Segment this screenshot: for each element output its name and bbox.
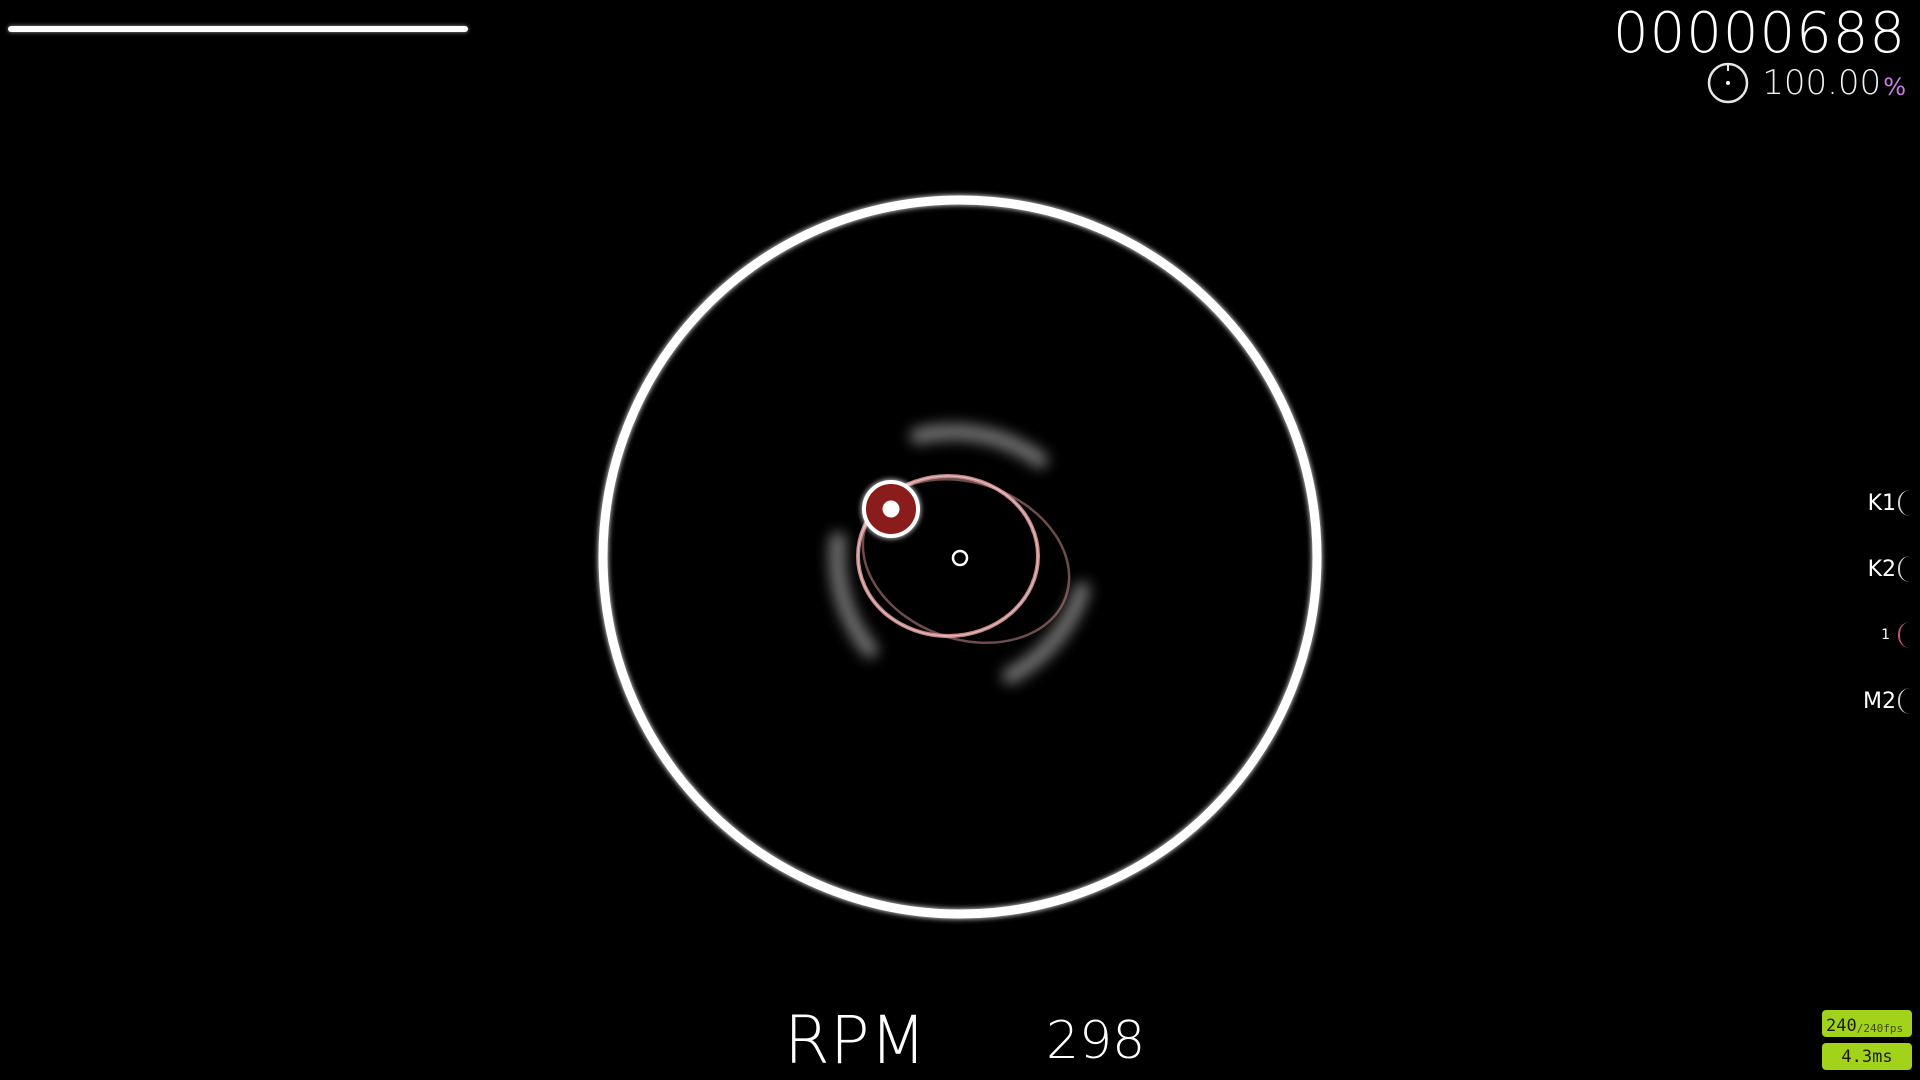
fps-limit: /240fps: [1856, 1022, 1904, 1035]
key-label: K1: [1867, 490, 1896, 516]
key-bracket-icon: [1898, 622, 1910, 648]
key-label: 1: [1881, 627, 1890, 643]
fps-counter: 240 /240fps: [1822, 1010, 1912, 1037]
key-k2: K2: [1860, 536, 1920, 602]
key-k1: K1: [1860, 470, 1920, 536]
key-label: K2: [1867, 556, 1896, 582]
key-bracket-icon: [1898, 688, 1910, 714]
key-overlay: K1 K2 1 M2: [1860, 470, 1920, 734]
spinner-center-dot: [951, 549, 969, 567]
rpm-label: RPM: [784, 1002, 927, 1079]
frametime-counter: 4.3ms: [1822, 1043, 1912, 1070]
key-label: M2: [1863, 688, 1896, 714]
fps-value: 240: [1826, 1016, 1857, 1036]
key-1: 1: [1860, 602, 1920, 668]
key-m2: M2: [1860, 668, 1920, 734]
rpm-value: 298: [1046, 1011, 1146, 1071]
key-bracket-icon: [1898, 556, 1910, 582]
key-bracket-icon: [1898, 490, 1910, 516]
gameplay-screen: 00000688 100.00 % K1 K2 1 M2 RPM 298 240…: [0, 0, 1920, 1080]
spinner: [598, 195, 1322, 919]
cursor: [862, 480, 920, 538]
